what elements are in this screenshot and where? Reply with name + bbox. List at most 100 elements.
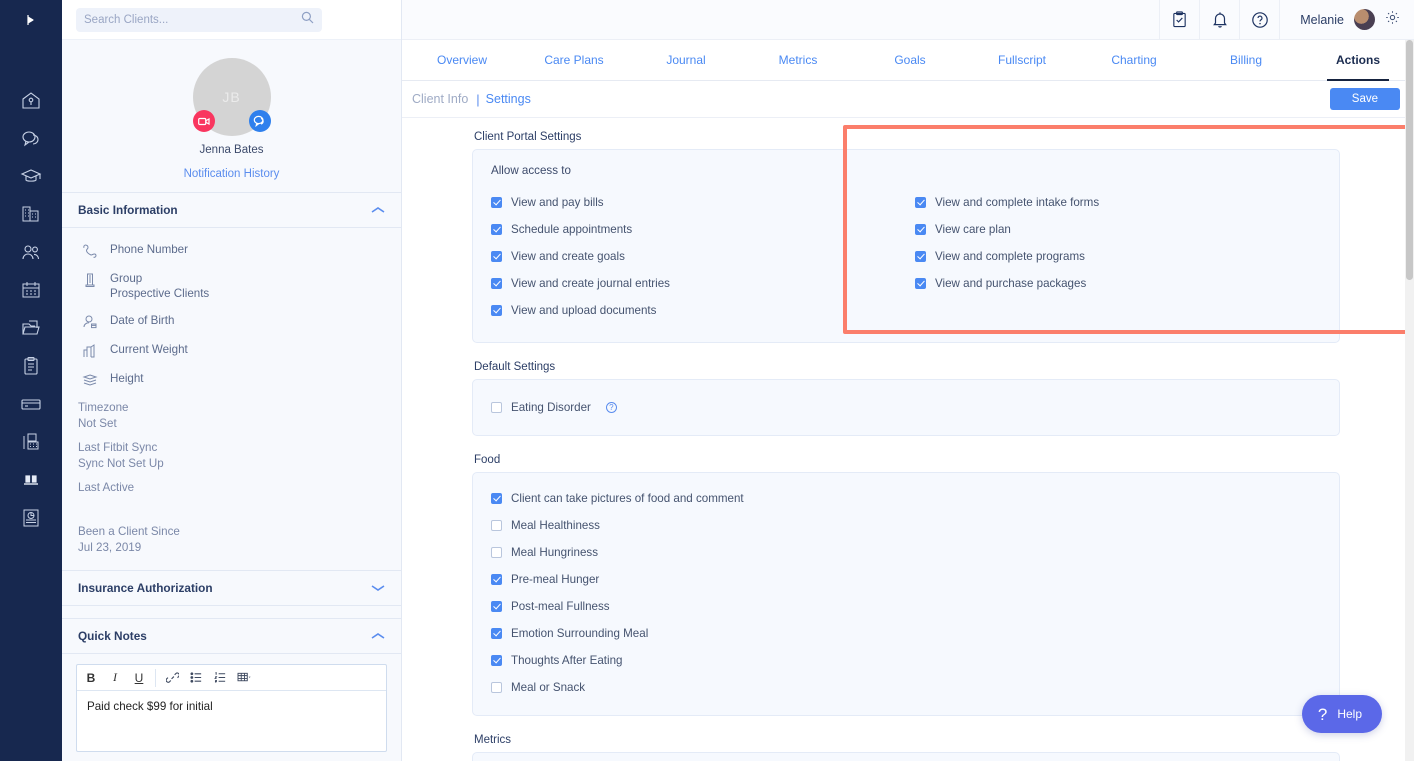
checkbox-box[interactable] bbox=[491, 547, 502, 558]
tab-care-plans[interactable]: Care Plans bbox=[518, 40, 630, 80]
row-date-of-birth[interactable]: Date of Birth bbox=[62, 307, 401, 336]
row-phone-number[interactable]: Phone Number bbox=[62, 236, 401, 265]
section-header-quick-notes[interactable]: Quick Notes bbox=[62, 618, 401, 654]
checkbox-box[interactable] bbox=[491, 278, 502, 289]
scrollbar-thumb[interactable] bbox=[1406, 40, 1413, 280]
folder-icon[interactable] bbox=[12, 316, 50, 340]
numbered-list-icon[interactable] bbox=[208, 666, 232, 690]
question-circle-icon[interactable]: ? bbox=[605, 402, 617, 413]
calendar-icon[interactable] bbox=[12, 278, 50, 302]
underline-button[interactable]: U bbox=[127, 666, 151, 690]
user-menu[interactable]: Melanie bbox=[1279, 0, 1400, 40]
rail-icon-list bbox=[0, 0, 62, 530]
tab-journal[interactable]: Journal bbox=[630, 40, 742, 80]
checkbox-box[interactable] bbox=[491, 574, 502, 585]
supplements-icon[interactable] bbox=[12, 468, 50, 492]
notification-history-link[interactable]: Notification History bbox=[62, 168, 401, 180]
italic-button[interactable]: I bbox=[103, 666, 127, 690]
checkbox-meal-healthiness[interactable]: Meal Healthiness bbox=[491, 512, 1321, 539]
user-name: Melanie bbox=[1300, 12, 1344, 27]
bell-icon[interactable] bbox=[1199, 0, 1239, 40]
checkbox-view-and-complete-programs[interactable]: View and complete programs bbox=[915, 243, 1321, 270]
checkbox-box[interactable] bbox=[491, 655, 502, 666]
clipboard-icon[interactable] bbox=[12, 354, 50, 378]
field-value: Jul 23, 2019 bbox=[78, 541, 142, 554]
search-box[interactable] bbox=[76, 7, 322, 32]
question-circle-icon[interactable] bbox=[1239, 0, 1279, 40]
checkbox-box[interactable] bbox=[491, 493, 502, 504]
quick-notes-text[interactable]: Paid check $99 for initial bbox=[77, 691, 386, 751]
tab-charting[interactable]: Charting bbox=[1078, 40, 1190, 80]
home-icon[interactable] bbox=[12, 88, 50, 112]
tab-billing[interactable]: Billing bbox=[1190, 40, 1302, 80]
section-header-insurance-authorization[interactable]: Insurance Authorization bbox=[62, 570, 401, 606]
fax-machine-icon[interactable] bbox=[12, 430, 50, 454]
save-button[interactable]: Save bbox=[1329, 88, 1400, 110]
checkbox-schedule-appointments[interactable]: Schedule appointments bbox=[491, 216, 897, 243]
bold-button[interactable]: B bbox=[79, 666, 103, 690]
checkbox-view-and-purchase-packages[interactable]: View and purchase packages bbox=[915, 270, 1321, 297]
checkbox-box[interactable] bbox=[491, 628, 502, 639]
link-icon[interactable] bbox=[160, 666, 184, 690]
checkbox-view-and-create-goals[interactable]: View and create goals bbox=[491, 243, 897, 270]
checkbox-box[interactable] bbox=[491, 305, 502, 316]
gear-icon[interactable] bbox=[1385, 10, 1400, 30]
checkbox-view-and-create-journal-entries[interactable]: View and create journal entries bbox=[491, 270, 897, 297]
avatar[interactable] bbox=[1354, 9, 1375, 30]
office-building-icon[interactable] bbox=[12, 202, 50, 226]
checkbox-box[interactable] bbox=[491, 197, 502, 208]
checkbox-box[interactable] bbox=[491, 601, 502, 612]
report-chart-icon[interactable] bbox=[12, 506, 50, 530]
people-icon[interactable] bbox=[12, 240, 50, 264]
checkbox-box[interactable] bbox=[915, 197, 926, 208]
tab-fullscript[interactable]: Fullscript bbox=[966, 40, 1078, 80]
checkbox-box[interactable] bbox=[915, 224, 926, 235]
checkbox-label: Thoughts After Eating bbox=[511, 654, 623, 667]
tab-actions[interactable]: Actions bbox=[1302, 40, 1414, 81]
row-label: Height bbox=[110, 372, 144, 385]
credit-card-icon[interactable] bbox=[12, 392, 50, 416]
checkbox-box[interactable] bbox=[491, 251, 502, 262]
chevron-up-icon bbox=[371, 627, 385, 645]
checkbox-view-and-complete-intake-forms[interactable]: View and complete intake forms bbox=[915, 189, 1321, 216]
page-scrollbar[interactable] bbox=[1405, 40, 1414, 761]
checkbox-box[interactable] bbox=[491, 402, 502, 413]
checkbox-box[interactable] bbox=[491, 682, 502, 693]
breadcrumb-client-info[interactable]: Client Info bbox=[412, 92, 468, 106]
checkbox-view-care-plan[interactable]: View care plan bbox=[915, 216, 1321, 243]
checkbox-eating-disorder[interactable]: Eating Disorder ? bbox=[491, 394, 1321, 421]
checkbox-box[interactable] bbox=[915, 278, 926, 289]
checkbox-box[interactable] bbox=[915, 251, 926, 262]
chat-badge[interactable] bbox=[248, 110, 271, 132]
checkbox-meal-or-snack[interactable]: Meal or Snack bbox=[491, 674, 1321, 701]
row-group[interactable]: Group Prospective Clients bbox=[62, 265, 401, 307]
rail-expand-toggle[interactable] bbox=[0, 0, 62, 40]
clipboard-check-icon[interactable] bbox=[1159, 0, 1199, 40]
chat-bubble-icon[interactable] bbox=[12, 126, 50, 150]
section-header-basic-information[interactable]: Basic Information bbox=[62, 192, 401, 228]
row-height[interactable]: Height bbox=[62, 365, 401, 394]
breadcrumb: Client Info | Settings Save bbox=[402, 81, 1414, 118]
checkbox-emotion-surrounding-meal[interactable]: Emotion Surrounding Meal bbox=[491, 620, 1321, 647]
row-current-weight[interactable]: Current Weight bbox=[62, 336, 401, 365]
checkbox-box[interactable] bbox=[491, 520, 502, 531]
checkbox-view-and-upload-documents[interactable]: View and upload documents bbox=[491, 297, 897, 324]
breadcrumb-settings[interactable]: Settings bbox=[486, 92, 531, 106]
checkbox-post-meal-fullness[interactable]: Post-meal Fullness bbox=[491, 593, 1321, 620]
help-button[interactable]: ? Help bbox=[1301, 695, 1382, 733]
checkbox-view-and-pay-bills[interactable]: View and pay bills bbox=[491, 189, 897, 216]
tab-goals[interactable]: Goals bbox=[854, 40, 966, 80]
field-label: Been a Client Since bbox=[78, 525, 180, 538]
table-icon[interactable] bbox=[232, 666, 256, 690]
tab-overview[interactable]: Overview bbox=[406, 40, 518, 80]
checkbox-box[interactable] bbox=[491, 224, 502, 235]
bullet-list-icon[interactable] bbox=[184, 666, 208, 690]
checkbox-meal-hungriness[interactable]: Meal Hungriness bbox=[491, 539, 1321, 566]
checkbox-thoughts-after-eating[interactable]: Thoughts After Eating bbox=[491, 647, 1321, 674]
search-input[interactable] bbox=[84, 13, 301, 26]
checkbox-client-can-take-pictures-of-food-and-comment[interactable]: Client can take pictures of food and com… bbox=[491, 485, 1321, 512]
checkbox-pre-meal-hunger[interactable]: Pre-meal Hunger bbox=[491, 566, 1321, 593]
video-call-badge[interactable] bbox=[192, 110, 215, 132]
tab-metrics[interactable]: Metrics bbox=[742, 40, 854, 80]
graduation-cap-icon[interactable] bbox=[12, 164, 50, 188]
